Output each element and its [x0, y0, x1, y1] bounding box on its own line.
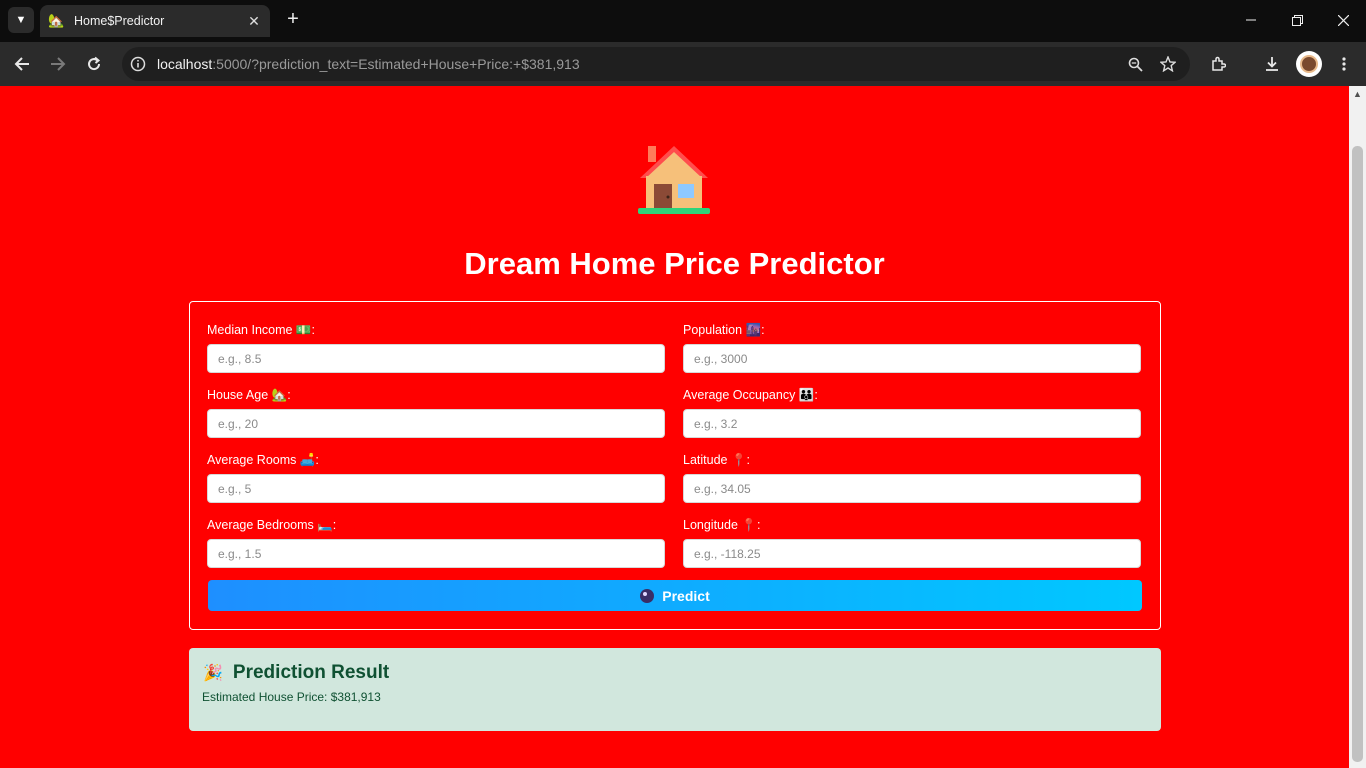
scrollbar-thumb[interactable] [1352, 146, 1363, 762]
page-content: Dream Home Price Predictor Median Income… [0, 86, 1349, 768]
house-age-input[interactable] [207, 409, 665, 438]
average-rooms-label: Average Rooms 🛋️: [207, 453, 319, 467]
average-rooms-input[interactable] [207, 474, 665, 503]
house-favicon-icon: 🏡 [48, 13, 65, 28]
latitude-input[interactable] [683, 474, 1141, 503]
prediction-result-card: 🎉 Prediction Result Estimated House Pric… [189, 648, 1161, 731]
url-host: localhost [157, 56, 213, 72]
reload-button[interactable] [81, 51, 107, 77]
scroll-up-arrow-icon[interactable]: ▲ [1353, 89, 1362, 99]
tab-search-button[interactable]: ▼ [8, 7, 34, 33]
new-tab-button[interactable]: + [282, 9, 304, 31]
arrow-right-icon [51, 57, 66, 71]
close-window-button[interactable] [1320, 0, 1366, 40]
crystal-ball-icon [640, 588, 655, 603]
average-bedrooms-label: Average Bedrooms 🛏️: [207, 518, 337, 532]
average-bedrooms-input[interactable] [207, 539, 665, 568]
profile-avatar[interactable] [1296, 51, 1322, 77]
more-menu-icon[interactable] [1332, 52, 1356, 76]
site-info-icon[interactable] [127, 53, 149, 75]
avatar-image [1300, 55, 1318, 73]
minimize-icon [1246, 19, 1256, 21]
median-income-input[interactable] [207, 344, 665, 373]
average-occupancy-label: Average Occupancy 👪: [683, 388, 818, 402]
back-button[interactable] [9, 51, 35, 77]
browser-tab[interactable]: 🏡 Home$Predictor ✕ [40, 5, 270, 37]
median-income-label: Median Income 💵: [207, 323, 315, 337]
tab-title: Home$Predictor [74, 14, 165, 28]
result-heading: 🎉 Prediction Result [203, 662, 389, 684]
page-scrollbar[interactable]: ▲ [1349, 86, 1366, 768]
arrow-left-icon [14, 57, 29, 71]
result-title: Prediction Result [232, 662, 390, 683]
average-occupancy-input[interactable] [683, 409, 1141, 438]
result-text: Estimated House Price: $381,913 [202, 690, 381, 704]
url-path: :5000/?prediction_text=Estimated+House+P… [212, 56, 580, 72]
population-label: Population 🌆: [683, 323, 765, 337]
prediction-form: Median Income 💵: Population 🌆: House Age… [189, 301, 1161, 630]
longitude-input[interactable] [683, 539, 1141, 568]
minimize-button[interactable] [1228, 0, 1274, 40]
predict-button[interactable]: Predict [208, 580, 1142, 611]
close-icon [1337, 14, 1349, 26]
browser-toolbar: localhost:5000/?prediction_text=Estimate… [0, 42, 1366, 86]
restore-icon [1291, 14, 1303, 26]
forward-button[interactable] [45, 51, 71, 77]
bookmark-star-icon[interactable] [1157, 53, 1179, 75]
house-age-label: House Age 🏡: [207, 388, 291, 402]
party-popper-icon: 🎉 [203, 665, 223, 682]
close-tab-icon[interactable]: ✕ [246, 13, 262, 30]
address-bar[interactable]: localhost:5000/?prediction_text=Estimate… [122, 47, 1190, 81]
latitude-label: Latitude 📍: [683, 453, 750, 467]
chevron-down-icon: ▼ [15, 14, 27, 26]
population-input[interactable] [683, 344, 1141, 373]
restore-button[interactable] [1274, 0, 1320, 40]
extensions-icon[interactable] [1206, 52, 1230, 76]
page-title: Dream Home Price Predictor [464, 246, 885, 281]
browser-titlebar: ▼ 🏡 Home$Predictor ✕ + [0, 0, 1366, 42]
zoom-icon[interactable] [1124, 53, 1146, 75]
reload-icon [88, 56, 101, 71]
longitude-label: Longitude 📍: [683, 518, 761, 532]
predict-button-label: Predict [662, 587, 710, 604]
house-icon [638, 146, 710, 214]
download-icon[interactable] [1260, 52, 1284, 76]
